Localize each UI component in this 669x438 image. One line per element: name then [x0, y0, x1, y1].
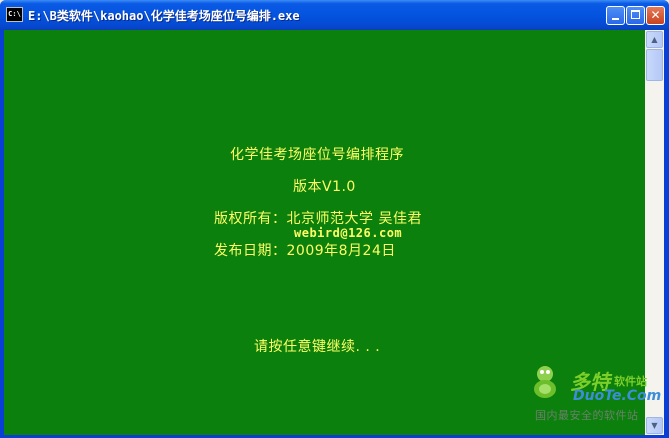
- watermark-cn-small: 软件站: [614, 375, 647, 388]
- scroll-thumb[interactable]: [646, 49, 663, 81]
- title-bar[interactable]: C:\ E:\B类软件\kaohao\化学佳考场座位号编排.exe ✕: [0, 0, 669, 30]
- minimize-icon: [612, 18, 619, 20]
- duote-watermark: 多特 软件站 DuoTe.Com 国内最安全的软件站: [530, 364, 665, 434]
- console-app-icon[interactable]: C:\: [6, 7, 23, 22]
- console-window: C:\ E:\B类软件\kaohao\化学佳考场座位号编排.exe ✕ 化学佳考…: [0, 0, 669, 438]
- duote-logo-icon: [534, 366, 556, 398]
- email-text: webird@126.com: [294, 226, 403, 240]
- version-text: 版本V1.0: [293, 179, 356, 195]
- arrow-up-icon: ▲: [651, 35, 658, 44]
- release-date-text: 发布日期：2009年8月24日: [214, 243, 396, 259]
- maximize-button[interactable]: [626, 6, 645, 25]
- minimize-button[interactable]: [606, 6, 625, 25]
- watermark-tagline: 国内最安全的软件站: [535, 409, 639, 422]
- watermark-en-name: DuoTe.Com: [573, 388, 662, 404]
- maximize-icon: [631, 10, 640, 19]
- copyright-text: 版权所有：北京师范大学 吴佳君: [214, 211, 422, 227]
- close-icon: ✕: [650, 8, 661, 22]
- close-button[interactable]: ✕: [646, 6, 665, 25]
- continue-prompt: 请按任意键继续. . .: [254, 339, 381, 355]
- scroll-up-button[interactable]: ▲: [646, 31, 663, 48]
- window-title: E:\B类软件\kaohao\化学佳考场座位号编排.exe: [28, 9, 300, 23]
- program-title: 化学佳考场座位号编排程序: [230, 147, 404, 163]
